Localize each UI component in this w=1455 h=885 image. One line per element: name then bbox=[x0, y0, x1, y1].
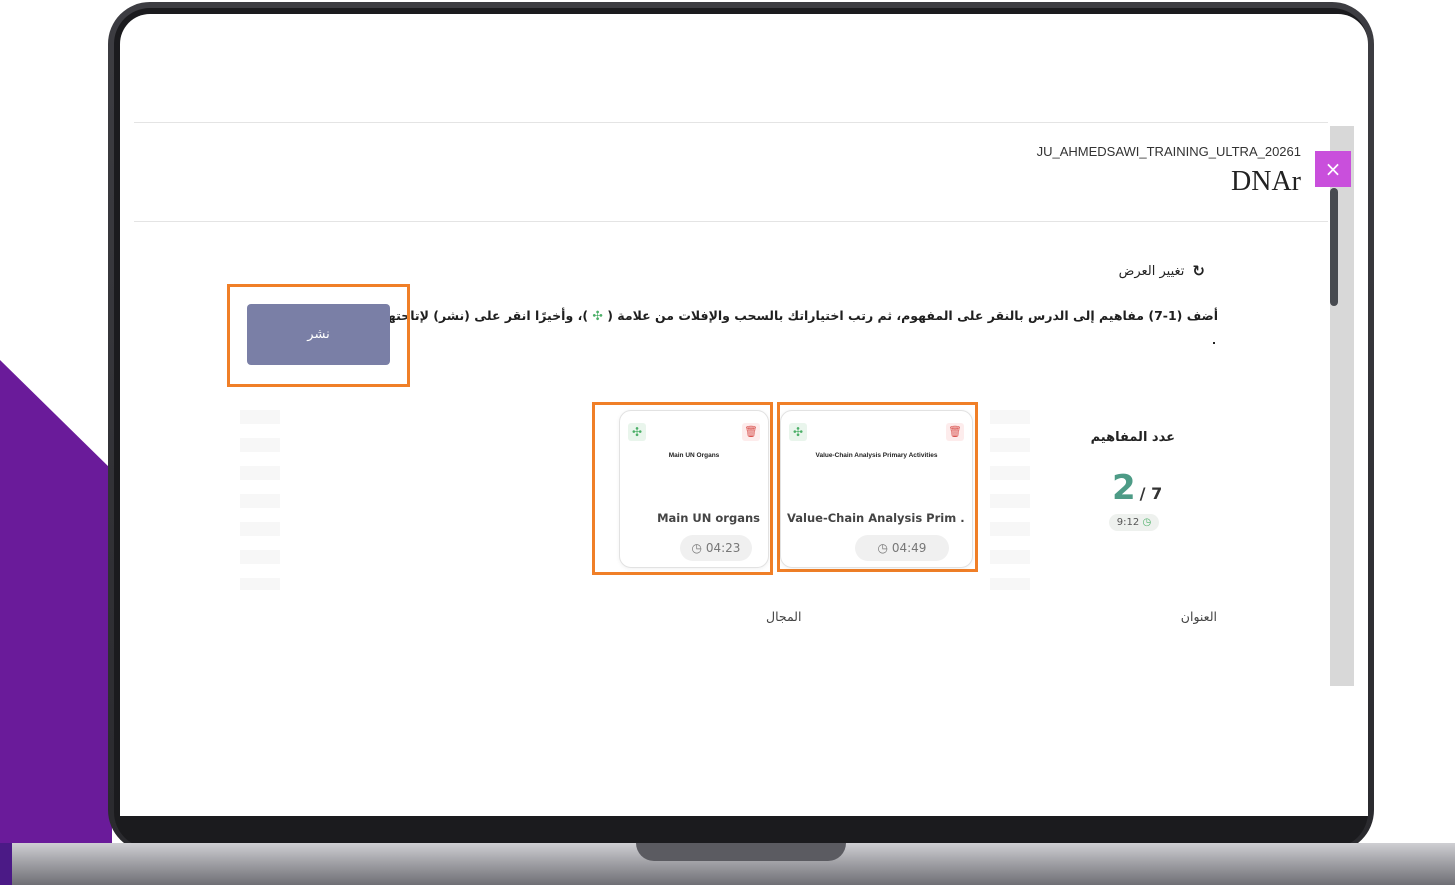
column-header-field: المجال bbox=[766, 609, 802, 624]
clock-icon: ◷ bbox=[1142, 517, 1152, 528]
card-thumbnail-text: Main UN Organs bbox=[668, 452, 720, 459]
concept-card[interactable]: ✣ 🗑 Main UN Organs Main UN organs ◷ 04:2… bbox=[619, 410, 769, 568]
base-purple-edge bbox=[0, 843, 12, 885]
delete-icon[interactable]: 🗑 bbox=[946, 423, 964, 441]
card-duration: ◷ 04:23 bbox=[680, 535, 752, 561]
close-icon: × bbox=[1324, 157, 1342, 181]
close-button[interactable]: × bbox=[1315, 151, 1351, 187]
placeholder-column bbox=[990, 410, 1030, 590]
card-title: Value-Chain Analysis Prim ... bbox=[787, 511, 964, 525]
course-id: JU_AHMEDSAWI_TRAINING_ULTRA_20261 bbox=[1036, 144, 1301, 159]
laptop-base-notch bbox=[636, 843, 846, 861]
concepts-count-total: / 7 bbox=[1139, 484, 1163, 503]
card-title: Main UN organs bbox=[657, 511, 760, 525]
change-view-label: تغيير العرض bbox=[1118, 263, 1185, 279]
drag-handle-icon[interactable]: ✣ bbox=[628, 423, 646, 441]
clock-icon: ◷ bbox=[877, 541, 889, 555]
instructions-period bbox=[1213, 342, 1215, 344]
stage: JU_AHMEDSAWI_TRAINING_ULTRA_20261 DNAr ×… bbox=[0, 0, 1455, 885]
publish-button[interactable]: نشر bbox=[247, 304, 390, 365]
instructions-text: أضف (1-7) مفاهيم إلى الدرس بالنقر على ال… bbox=[335, 308, 1218, 323]
clock-icon: ◷ bbox=[691, 541, 703, 555]
card-duration: ◷ 04:49 bbox=[855, 535, 949, 561]
concepts-count: 2 / 7 bbox=[1112, 468, 1162, 508]
delete-icon[interactable]: 🗑 bbox=[742, 423, 760, 441]
header-divider-top bbox=[134, 122, 1328, 123]
scrollbar-thumb[interactable] bbox=[1330, 188, 1338, 306]
concepts-count-value: 2 bbox=[1112, 468, 1136, 508]
header-divider-bottom bbox=[134, 221, 1328, 222]
concept-card[interactable]: ✣ 🗑 Value-Chain Analysis Primary Activit… bbox=[780, 410, 973, 568]
drag-handle-icon[interactable]: ✣ bbox=[789, 423, 807, 441]
card-duration-value: 04:49 bbox=[891, 541, 927, 555]
change-view-button[interactable]: ↻ تغيير العرض bbox=[1119, 262, 1205, 280]
move-icon: ✣ bbox=[592, 308, 603, 323]
card-thumbnail-text: Value-Chain Analysis Primary Activities bbox=[815, 452, 938, 459]
placeholder-column bbox=[240, 410, 280, 590]
total-time-badge: 9:12 ◷ bbox=[1109, 514, 1159, 531]
concepts-count-label: عدد المفاهيم bbox=[1090, 430, 1175, 445]
instructions-part1: أضف (1-7) مفاهيم إلى الدرس بالنقر على ال… bbox=[607, 308, 1218, 323]
card-duration-value: 04:23 bbox=[705, 541, 741, 555]
column-header-title: العنوان bbox=[1180, 609, 1217, 624]
course-title: DNAr bbox=[1231, 166, 1301, 197]
rotate-icon: ↻ bbox=[1192, 262, 1205, 280]
total-time-value: 9:12 bbox=[1116, 517, 1140, 528]
